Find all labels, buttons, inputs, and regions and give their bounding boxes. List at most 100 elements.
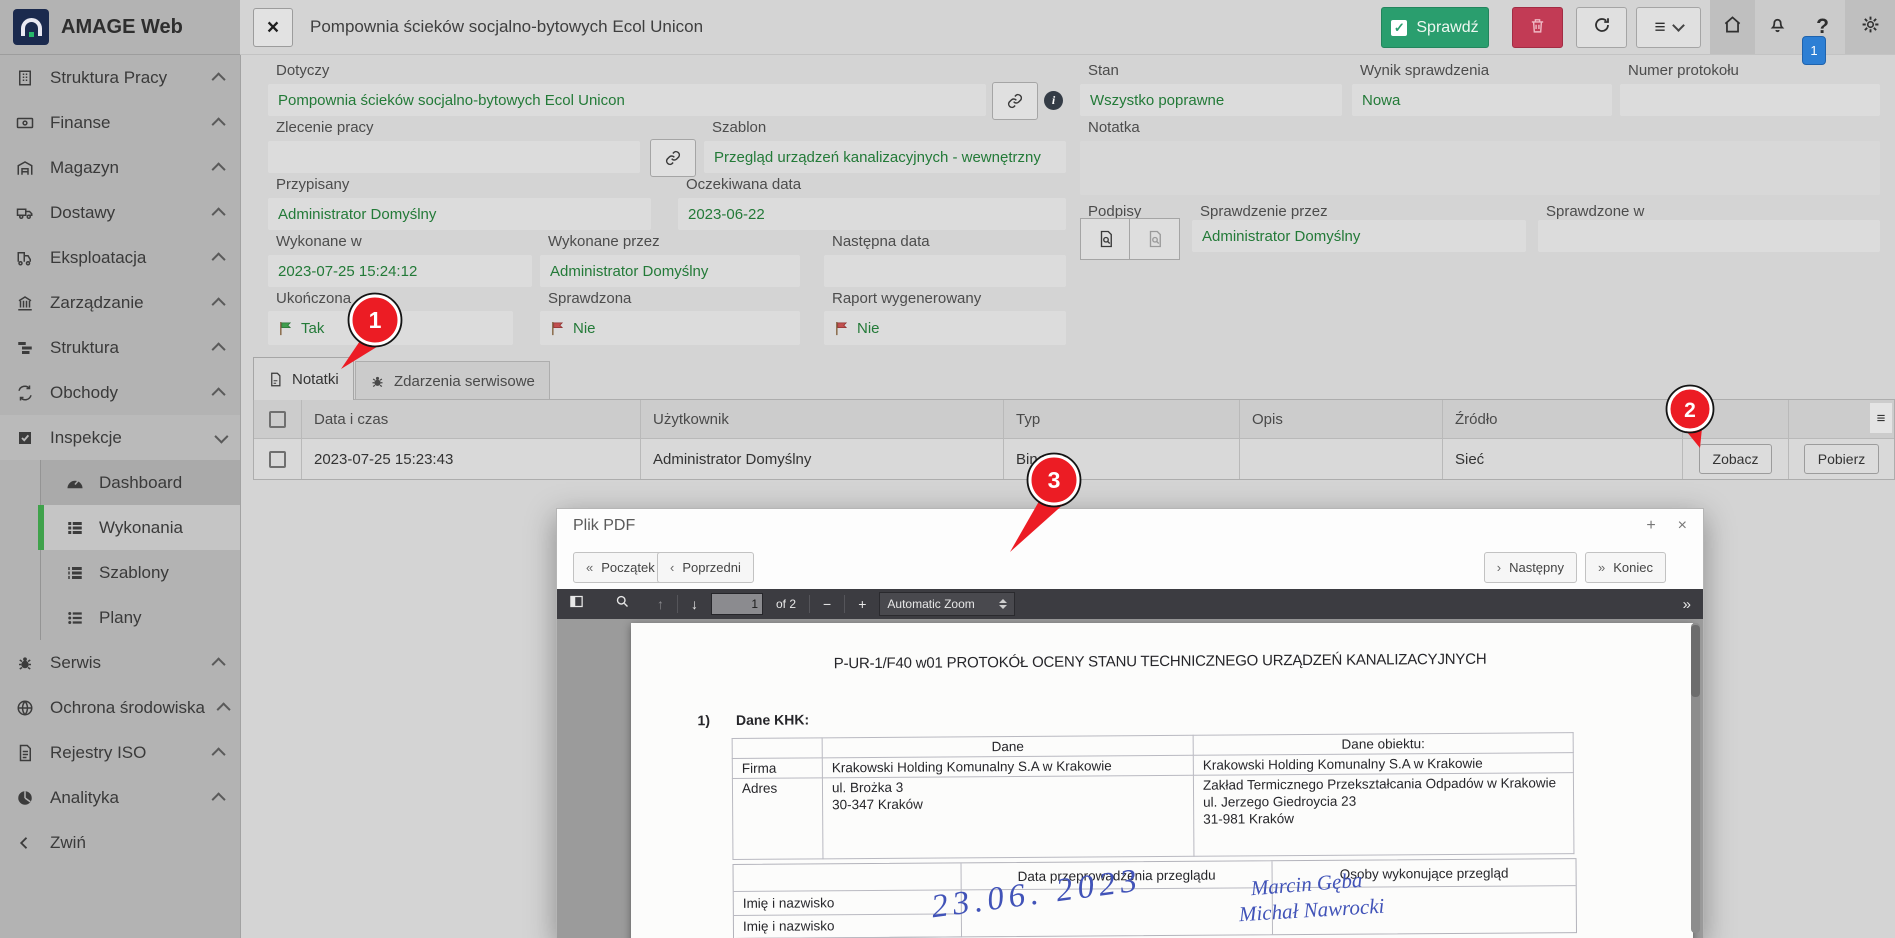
sidebar-item-magazyn[interactable]: Magazyn — [0, 145, 240, 190]
double-chevron-left-icon: « — [586, 560, 593, 575]
home-button[interactable] — [1710, 0, 1755, 54]
cell-uzytkownik: Administrator Domyślny — [641, 439, 1004, 479]
przypisany-field[interactable]: Administrator Domyślny — [268, 198, 651, 230]
table-header-row: Data i czas Użytkownik Typ Opis Źródło — [254, 400, 1894, 438]
chevron-up-icon — [212, 162, 226, 176]
row-checkbox[interactable] — [269, 451, 286, 468]
close-view-button[interactable]: × — [253, 8, 293, 47]
inspekcje-submenu: Dashboard Wykonania Szablony Plany — [40, 460, 240, 640]
next-match-icon[interactable]: ↓ — [691, 596, 698, 612]
page-number-input[interactable] — [711, 593, 763, 615]
zoom-out-icon[interactable]: − — [823, 596, 831, 612]
sidebar-item-dashboard[interactable]: Dashboard — [41, 460, 240, 505]
scrollbar-thumb[interactable] — [1691, 625, 1700, 697]
sidebar-item-analityka[interactable]: Analityka — [0, 775, 240, 820]
szablon-field[interactable]: Przegląd urządzeń kanalizacyjnych - wewn… — [704, 141, 1066, 173]
sidebar-item-wykonania[interactable]: Wykonania — [41, 505, 240, 550]
chevron-left-icon: ‹ — [670, 560, 674, 575]
settings-button[interactable] — [1845, 0, 1895, 54]
sidebar-collapse[interactable]: Zwiń — [0, 820, 240, 865]
numer-protokolu-field[interactable] — [1620, 84, 1880, 116]
chevron-up-icon — [212, 792, 226, 806]
sidebar-item-plany[interactable]: Plany — [41, 595, 240, 640]
zobacz-button[interactable]: Zobacz — [1699, 444, 1773, 474]
search-icon[interactable] — [615, 594, 630, 614]
col-zrodlo[interactable]: Źródło — [1443, 400, 1683, 438]
refresh-button[interactable] — [1576, 7, 1627, 48]
sidebar-toggle-icon[interactable] — [569, 594, 584, 614]
sidebar-item-serwis[interactable]: Serwis — [0, 640, 240, 685]
select-caret-icon — [999, 599, 1007, 609]
oczekiwana-data-field[interactable]: 2023-06-22 — [678, 198, 1066, 230]
tab-zdarzenia-serwisowe[interactable]: Zdarzenia serwisowe — [355, 361, 550, 400]
wykonane-w-field[interactable]: 2023-07-25 15:24:12 — [268, 255, 532, 287]
sidebar-item-szablony[interactable]: Szablony — [41, 550, 240, 595]
sidebar-item-finanse[interactable]: Finanse — [0, 100, 240, 145]
adres-line: 31-981 Kraków — [1203, 809, 1564, 827]
delete-button[interactable] — [1512, 7, 1563, 48]
last-page-button[interactable]: » Koniec — [1585, 552, 1666, 583]
sidebar-item-ochrona-srodowiska[interactable]: Ochrona środowiska — [0, 685, 240, 730]
col-typ[interactable]: Typ — [1004, 400, 1240, 438]
col-uzytkownik[interactable]: Użytkownik — [641, 400, 1004, 438]
stan-field[interactable]: Wszystko poprawne — [1080, 84, 1342, 116]
sidebar-item-struktura-pracy[interactable]: Struktura Pracy — [0, 55, 240, 100]
sidebar-item-label: Dostawy — [50, 203, 115, 223]
dotyczy-field[interactable]: Pompownia ścieków socjalno-bytowych Ecol… — [268, 84, 986, 116]
chevron-right-icon: › — [1497, 560, 1501, 575]
first-page-button[interactable]: « Początek — [573, 552, 668, 583]
red-flag-icon — [550, 321, 565, 336]
table-row[interactable]: 2023-07-25 15:23:43 Administrator Domyśl… — [254, 438, 1894, 479]
sidebar-item-struktura[interactable]: Struktura — [0, 325, 240, 370]
sidebar-item-dostawy[interactable]: Dostawy — [0, 190, 240, 235]
raport-label: Raport wygenerowany — [832, 290, 981, 307]
tab-notatki[interactable]: Notatki — [253, 357, 354, 400]
zlecenie-field[interactable] — [268, 141, 640, 173]
sidebar-item-rejestry-iso[interactable]: Rejestry ISO — [0, 730, 240, 775]
wynik-field[interactable]: Nowa — [1352, 84, 1612, 116]
gauge-icon — [65, 473, 85, 493]
prev-page-button[interactable]: ‹ Poprzedni — [657, 552, 754, 583]
document-search-icon — [1146, 230, 1164, 248]
maximize-icon[interactable]: + — [1646, 517, 1655, 535]
notatka-field[interactable] — [1080, 141, 1880, 195]
signature-document-button-disabled[interactable] — [1129, 218, 1180, 260]
toolbar-expand-icon[interactable]: » — [1683, 596, 1691, 613]
dt1-adres-dane: ul. Brożka 3 30-347 Kraków — [822, 775, 1194, 859]
next-page-button[interactable]: › Następny — [1484, 552, 1577, 583]
zoom-select[interactable]: Automatic Zoom — [879, 592, 1015, 616]
col-data-i-czas[interactable]: Data i czas — [302, 400, 641, 438]
checklist-icon — [65, 518, 85, 538]
dt1-col-obiekt: Dane obiektu: — [1193, 733, 1573, 756]
sidebar-item-obchody[interactable]: Obchody — [0, 370, 240, 415]
previous-match-icon[interactable]: ↑ — [657, 596, 664, 612]
sprawdzone-w-field[interactable] — [1538, 220, 1880, 252]
sidebar-item-inspekcje[interactable]: Inspekcje — [0, 415, 240, 460]
select-all-checkbox[interactable] — [269, 411, 286, 428]
first-page-label: Początek — [601, 560, 654, 575]
gear-icon — [1861, 15, 1880, 39]
table-menu-button[interactable]: ≡ — [1870, 403, 1892, 433]
more-menu-button[interactable]: ≡ — [1636, 7, 1701, 48]
sprawdz-button[interactable]: ✓ Sprawdź — [1381, 7, 1489, 48]
sidebar-item-eksploatacja[interactable]: Eksploatacja — [0, 235, 240, 280]
wykonane-przez-field[interactable]: Administrator Domyślny — [540, 255, 800, 287]
signature-document-button[interactable] — [1080, 218, 1131, 260]
app-logo[interactable]: AMAGE Web — [0, 0, 240, 55]
pobierz-button[interactable]: Pobierz — [1804, 444, 1879, 474]
zoom-in-icon[interactable]: + — [858, 596, 866, 612]
wykonane-przez-label: Wykonane przez — [548, 233, 660, 250]
nastepna-data-field[interactable] — [824, 255, 1066, 287]
document-icon — [15, 743, 35, 763]
notifications-button[interactable] — [1755, 0, 1800, 54]
sprawdzenie-przez-field[interactable]: Administrator Domyślny — [1192, 220, 1526, 252]
col-opis[interactable]: Opis — [1240, 400, 1443, 438]
sidebar-item-zarzadzanie[interactable]: Zarządzanie — [0, 280, 240, 325]
info-icon[interactable]: i — [1044, 91, 1063, 110]
sidebar-item-label: Zarządzanie — [50, 293, 144, 313]
close-icon[interactable]: × — [1678, 517, 1687, 535]
zlecenie-link-button[interactable] — [650, 139, 696, 177]
dotyczy-link-button[interactable] — [992, 82, 1038, 120]
pdf-scrollbar[interactable] — [1691, 623, 1700, 933]
note-icon — [268, 372, 283, 387]
